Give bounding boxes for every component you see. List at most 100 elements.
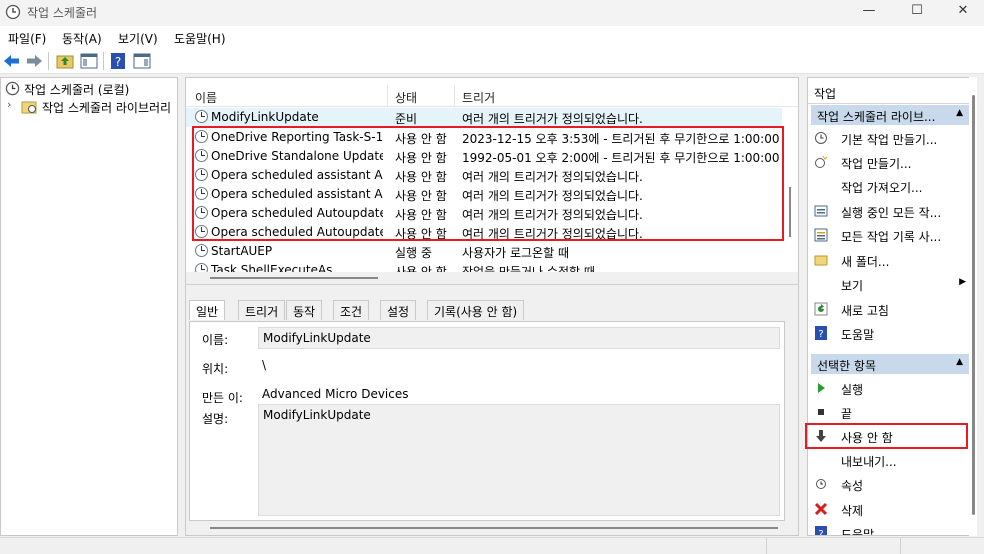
pane-splitter[interactable] (186, 284, 798, 296)
location-field[interactable]: \ (258, 355, 780, 377)
task-clock-icon (195, 244, 208, 257)
task-name: StartAUEP (211, 244, 273, 258)
action-run[interactable]: 실행 (814, 378, 970, 400)
column-divider[interactable] (454, 85, 455, 107)
table-row[interactable]: StartAUEP 실행 중 사용자가 로그온할 때 (186, 242, 782, 261)
scrollbar-thumb[interactable] (210, 527, 778, 529)
chevron-right-icon[interactable]: › (7, 98, 11, 111)
table-row[interactable]: Task ShellExecuteAs 사용 안 함 작업을 만들거나 수정할 … (186, 261, 782, 272)
column-header-name[interactable]: 이름 (195, 89, 217, 106)
tab-actions[interactable]: 동작 (286, 300, 323, 320)
scrollbar-thumb[interactable] (210, 277, 378, 279)
list-vertical-scrollbar[interactable] (784, 107, 796, 272)
center-pane: 이름 상태 트리거 ModifyLinkUpdate 준비 여러 개의 트리거가… (185, 77, 799, 536)
description-field[interactable]: ModifyLinkUpdate (258, 404, 780, 516)
action-refresh[interactable]: 새로 고침 (814, 299, 970, 321)
name-field[interactable]: ModifyLinkUpdate (258, 327, 780, 349)
history-icon (814, 228, 828, 242)
action-properties[interactable]: 속성 (814, 474, 970, 496)
action-help-selected[interactable]: ? 도움말 (814, 523, 970, 536)
action-label: 기본 작업 만들기... (841, 133, 938, 147)
table-row[interactable]: ModifyLinkUpdate 준비 여러 개의 트리거가 정의되었습니다. (186, 108, 782, 127)
clock-icon (5, 81, 20, 96)
action-label: 실행 중인 모든 작... (841, 206, 942, 220)
minimize-button[interactable]: — (846, 0, 892, 24)
scrollbar-thumb[interactable] (972, 95, 975, 515)
status-divider (900, 538, 901, 554)
back-arrow-icon[interactable] (2, 51, 22, 71)
folder-clock-icon (21, 101, 37, 114)
forward-arrow-icon[interactable] (24, 51, 44, 71)
task-clock-icon (195, 110, 208, 123)
detail-horizontal-scrollbar[interactable] (186, 522, 798, 534)
section-selected-label: 선택한 항목 (817, 359, 877, 373)
actions-vertical-scrollbar[interactable] (969, 77, 977, 536)
general-tab-body: 이름: ModifyLinkUpdate 위치: \ 만든 이: Advance… (189, 321, 785, 521)
column-divider[interactable] (387, 85, 388, 107)
section-header-selected-item[interactable]: 선택한 항목 ▲ (811, 354, 969, 374)
close-button[interactable]: ✕ (940, 0, 984, 24)
actions-pane: 작업 작업 스케줄러 라이브... ▲ 기본 작업 만들기... 작업 만들기.… (807, 77, 977, 536)
toolbar-separator (103, 52, 104, 70)
action-create-basic-task[interactable]: 기본 작업 만들기... (814, 128, 970, 150)
action-delete[interactable]: 삭제 (814, 499, 970, 521)
title-bar: 작업 스케줄러 — ☐ ✕ (0, 0, 984, 26)
menu-view[interactable]: 보기(V) (118, 30, 158, 47)
action-import-task[interactable]: 작업 가져오기... (814, 176, 970, 198)
basic-task-icon (815, 132, 827, 144)
collapse-triangle-icon[interactable]: ▲ (956, 108, 963, 118)
task-status: 사용 안 함 (395, 265, 447, 272)
maximize-button[interactable]: ☐ (894, 0, 940, 24)
list-horizontal-scrollbar[interactable] (186, 272, 798, 284)
actions-title: 작업 (808, 82, 976, 104)
properties-icon (816, 479, 826, 489)
name-label: 이름: (202, 333, 229, 347)
column-header-status[interactable]: 상태 (395, 89, 417, 106)
tab-settings[interactable]: 설정 (380, 300, 417, 320)
svg-text:?: ? (818, 329, 823, 340)
action-label: 보기 (841, 279, 864, 293)
tree-root-label: 작업 스케줄러 (로컬) (24, 83, 130, 97)
section-header-library[interactable]: 작업 스케줄러 라이브... ▲ (811, 105, 969, 125)
menu-action[interactable]: 동작(A) (62, 30, 102, 47)
action-label: 속성 (841, 479, 864, 493)
menu-file[interactable]: 파일(F) (8, 30, 46, 47)
status-divider (766, 538, 767, 554)
menu-help[interactable]: 도움말(H) (174, 30, 226, 47)
task-name: Task ShellExecuteAs (211, 263, 333, 272)
action-label: 작업 가져오기... (841, 181, 923, 195)
author-field[interactable]: Advanced Micro Devices (258, 384, 780, 406)
tab-conditions[interactable]: 조건 (333, 300, 370, 320)
action-label: 새 폴더... (841, 255, 890, 269)
svg-text:?: ? (818, 529, 823, 536)
help-icon[interactable]: ? (108, 51, 128, 71)
highlight-box (192, 126, 784, 241)
run-icon (818, 383, 825, 393)
scrollbar-thumb[interactable] (789, 187, 791, 237)
action-export[interactable]: 내보내기... (814, 450, 970, 472)
stop-icon (818, 409, 824, 415)
show-hide-console-tree-icon[interactable] (79, 51, 99, 71)
action-help[interactable]: ? 도움말 (814, 323, 970, 345)
action-new-folder[interactable]: 새 폴더... (814, 250, 970, 272)
action-enable-history[interactable]: 모든 작업 기록 사... (814, 225, 970, 247)
action-label: 실행 (841, 383, 864, 397)
list-header: 이름 상태 트리거 (186, 85, 798, 107)
folder-icon (814, 255, 828, 266)
task-trigger: 여러 개의 트리거가 정의되었습니다. (462, 112, 643, 126)
column-header-trigger[interactable]: 트리거 (462, 89, 495, 106)
status-bar (0, 537, 984, 554)
tree-library-label: 작업 스케줄러 라이브러리 (42, 101, 172, 115)
up-folder-icon[interactable] (55, 51, 75, 71)
action-create-task[interactable]: 작업 만들기... (814, 152, 970, 174)
action-show-running-tasks[interactable]: 실행 중인 모든 작... (814, 201, 970, 223)
collapse-triangle-icon[interactable]: ▲ (956, 357, 963, 367)
tab-history[interactable]: 기록(사용 안 함) (427, 300, 525, 320)
action-label: 모든 작업 기록 사... (841, 230, 942, 244)
show-hide-action-pane-icon[interactable] (132, 51, 152, 71)
delete-icon (814, 502, 828, 516)
tab-general[interactable]: 일반 (189, 300, 226, 320)
action-end[interactable]: 끝 (814, 402, 970, 424)
action-view[interactable]: 보기 ▶ (814, 274, 970, 296)
tab-triggers[interactable]: 트리거 (238, 300, 286, 320)
